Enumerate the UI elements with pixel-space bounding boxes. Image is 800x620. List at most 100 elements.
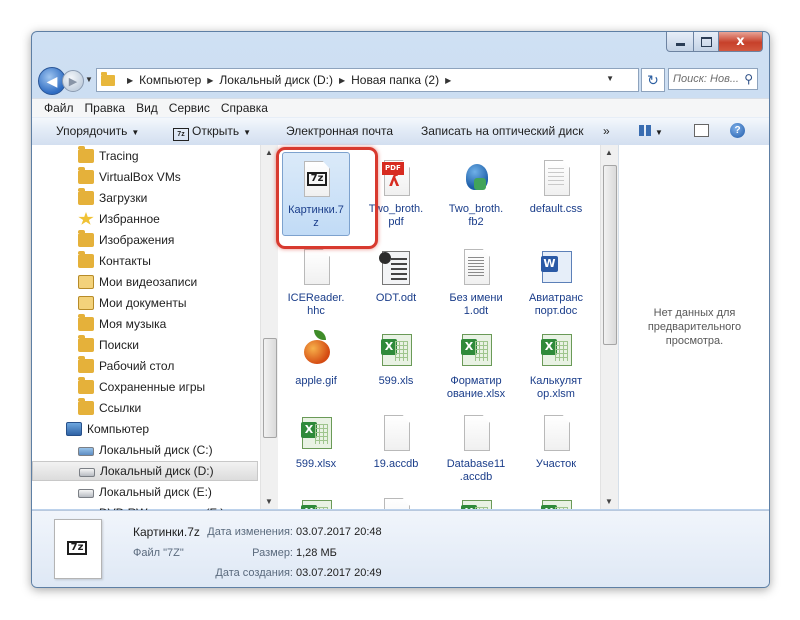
minimize-icon xyxy=(675,43,685,46)
file-label: 599.xls xyxy=(378,375,414,387)
navigation-scrollbar[interactable]: ▲ ▼ xyxy=(260,145,278,509)
menu-file[interactable]: Файл xyxy=(44,101,74,115)
file-item[interactable] xyxy=(282,498,350,509)
file-item[interactable] xyxy=(362,498,430,509)
scroll-up-icon[interactable]: ▲ xyxy=(265,148,273,157)
text-lines xyxy=(468,257,484,277)
file-item-accdb[interactable]: 19.accdb xyxy=(362,415,430,471)
file-label: Two_broth. pdf xyxy=(368,203,424,228)
nav-item-computer[interactable]: Компьютер xyxy=(32,419,292,439)
minimize-button[interactable] xyxy=(666,32,694,52)
file-label: Картинки.7 z xyxy=(288,204,344,229)
maximize-button[interactable] xyxy=(694,32,719,52)
scrollbar-thumb[interactable] xyxy=(263,338,277,438)
search-placeholder: Поиск: Нов... xyxy=(673,73,739,85)
menu-edit[interactable]: Правка xyxy=(85,101,126,115)
breadcrumb-separator[interactable]: ▶ xyxy=(207,76,213,85)
file-item-odt-2[interactable]: Без имени 1.odt xyxy=(442,249,510,318)
nav-item-label: Локальный диск (E:) xyxy=(99,485,212,499)
nav-item-label: Компьютер xyxy=(87,422,150,436)
scrollbar-thumb[interactable] xyxy=(603,165,617,345)
menu-view[interactable]: Вид xyxy=(136,101,158,115)
forward-button[interactable]: ▶ xyxy=(62,70,84,92)
breadcrumb-separator[interactable]: ▶ xyxy=(445,76,451,85)
change-view-button[interactable]: ▼ xyxy=(639,124,663,138)
file-item-fb2[interactable]: Two_broth. fb2 xyxy=(442,160,510,229)
file-item-plot[interactable]: Участок xyxy=(522,415,590,471)
breadcrumb-separator[interactable]: ▶ xyxy=(339,76,345,85)
navigation-pane: Tracing VirtualBox VMs Загрузки Избранно… xyxy=(32,145,261,520)
file-item[interactable] xyxy=(442,498,510,509)
file-item-xlsm[interactable]: Калькулят ор.xlsm xyxy=(522,332,590,401)
close-button[interactable]: x xyxy=(719,32,763,52)
pictures-folder-icon xyxy=(78,230,94,247)
nav-item-label: Контакты xyxy=(99,254,151,268)
file-label: apple.gif xyxy=(295,375,337,387)
excel-macro-file-icon xyxy=(541,334,572,366)
modified-value: 03.07.2017 20:48 xyxy=(296,526,382,538)
selected-file-icon: 7z xyxy=(54,519,102,579)
search-input[interactable]: Поиск: Нов... ⚲ xyxy=(668,68,758,90)
email-button[interactable]: Электронная почта xyxy=(286,124,393,138)
address-row: ◀ ▶ ▼ ▶ Компьютер ▶ Локальный диск (D:) … xyxy=(38,67,760,95)
chevron-down-icon: ▼ xyxy=(655,128,663,137)
menu-help[interactable]: Справка xyxy=(221,101,268,115)
breadcrumb-computer[interactable]: Компьютер xyxy=(139,73,201,87)
file-item-hhc[interactable]: ICEReader. hhc xyxy=(282,249,350,318)
search-icon[interactable]: ⚲ xyxy=(744,72,753,86)
file-label: ICEReader. hhc xyxy=(287,292,345,317)
nav-item-label: Моя музыка xyxy=(99,317,167,331)
file-item-xls[interactable]: 599.xls xyxy=(362,332,430,388)
nav-item-label: Локальный диск (C:) xyxy=(99,443,213,457)
help-icon[interactable]: ? xyxy=(730,123,745,138)
file-item-pdf[interactable]: PDF ʎ Two_broth. pdf xyxy=(362,160,430,229)
preview-pane-button[interactable] xyxy=(694,124,709,137)
organize-button[interactable]: Упорядочить ▼ xyxy=(56,124,139,138)
recent-pages-dropdown[interactable]: ▼ xyxy=(85,75,93,84)
videos-folder-icon xyxy=(78,275,94,289)
odt-file-icon xyxy=(379,251,410,285)
file-list-scrollbar[interactable]: ▲ ▼ xyxy=(600,145,618,509)
favorites-folder-icon xyxy=(78,212,94,225)
file-item-xlsx-2[interactable]: 599.xlsx xyxy=(282,415,350,471)
excel-file-icon xyxy=(461,500,492,509)
caption-buttons: x xyxy=(666,32,763,52)
file-item-css[interactable]: default.css xyxy=(522,160,590,216)
breadcrumb-drive-d[interactable]: Локальный диск (D:) xyxy=(219,73,333,87)
blank-file-icon xyxy=(384,415,410,451)
breadcrumb-new-folder[interactable]: Новая папка (2) xyxy=(351,73,439,87)
blank-file-icon xyxy=(544,415,570,451)
open-button[interactable]: 7z Открыть ▼ xyxy=(173,124,251,141)
contacts-folder-icon xyxy=(78,251,94,268)
file-item-7z[interactable]: 7z Картинки.7 z xyxy=(282,152,350,236)
scroll-down-icon[interactable]: ▼ xyxy=(265,497,273,506)
nav-item-label: VirtualBox VMs xyxy=(99,170,181,184)
file-item-accdb-2[interactable]: Database11 .accdb xyxy=(442,415,510,484)
scroll-down-icon[interactable]: ▼ xyxy=(605,497,613,506)
file-label: ODT.odt xyxy=(375,292,417,304)
file-label: Участок xyxy=(535,458,577,470)
drive-icon xyxy=(78,489,94,498)
file-item[interactable] xyxy=(522,498,590,509)
created-label: Дата создания: xyxy=(215,567,293,579)
address-history-dropdown[interactable]: ▼ xyxy=(606,74,614,83)
back-arrow-icon: ◀ xyxy=(46,72,58,89)
file-item-odt[interactable]: ODT.odt xyxy=(362,249,430,305)
size-label: Размер: xyxy=(252,547,293,559)
refresh-button[interactable]: ↻ xyxy=(641,68,665,92)
7z-badge: 7z xyxy=(307,172,327,186)
nav-item-drive-d[interactable]: Локальный диск (D:) xyxy=(32,461,258,481)
file-item-xlsx[interactable]: Форматир ование.xlsx xyxy=(442,332,510,401)
more-commands-button[interactable]: » xyxy=(603,124,610,138)
excel-file-icon xyxy=(381,334,412,366)
burn-disc-button[interactable]: Записать на оптический диск xyxy=(421,124,584,138)
address-bar[interactable]: ▶ Компьютер ▶ Локальный диск (D:) ▶ Нова… xyxy=(96,68,639,92)
blank-file-icon xyxy=(384,498,410,509)
file-item-gif[interactable]: apple.gif xyxy=(282,330,350,388)
excel-file-icon xyxy=(461,334,492,366)
breadcrumb-separator[interactable]: ▶ xyxy=(127,76,133,85)
menu-tools[interactable]: Сервис xyxy=(169,101,210,115)
acrobat-icon: ʎ xyxy=(389,171,400,190)
file-item-doc[interactable]: Авиатранс порт.doc xyxy=(522,249,590,318)
scroll-up-icon[interactable]: ▲ xyxy=(605,148,613,157)
